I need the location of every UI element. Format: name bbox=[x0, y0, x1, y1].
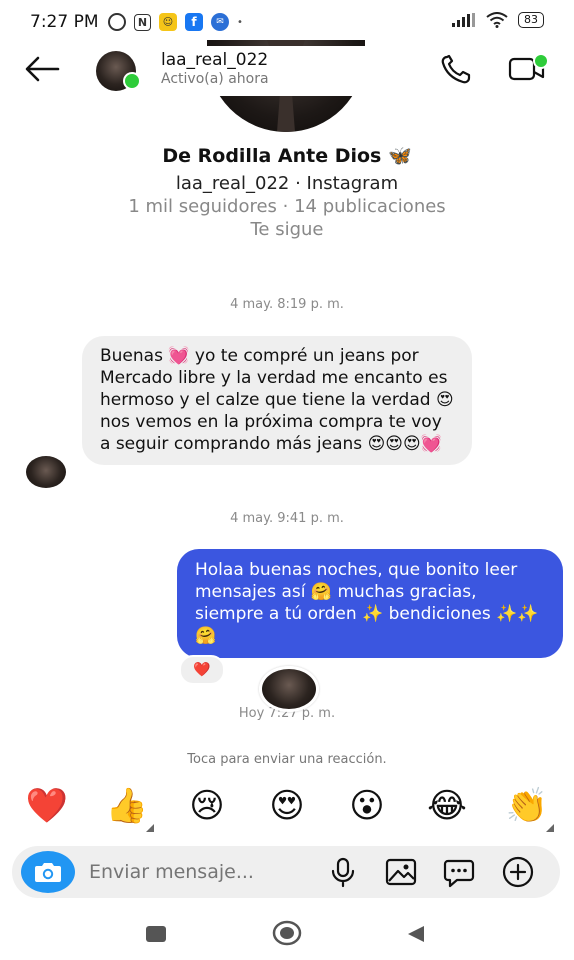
timestamp-divider: 4 may. 8:19 p. m. bbox=[230, 297, 344, 312]
message-reaction-heart[interactable]: ❤️ bbox=[179, 655, 225, 685]
header-active-status: Activo(a) ahora bbox=[161, 71, 269, 87]
camera-button[interactable] bbox=[21, 851, 75, 893]
recent-apps-button[interactable] bbox=[146, 926, 166, 942]
reaction-laughing-emoji[interactable]: 😂 bbox=[422, 784, 472, 828]
alarm-icon bbox=[108, 13, 126, 31]
battery-indicator: 83 bbox=[518, 12, 544, 28]
online-indicator bbox=[123, 72, 141, 90]
more-options-corner-icon bbox=[546, 824, 554, 832]
timestamp-divider: 4 may. 9:41 p. m. bbox=[230, 511, 344, 526]
more-notifications-dot: • bbox=[237, 16, 243, 28]
nav-back-triangle-icon[interactable] bbox=[406, 924, 426, 944]
reaction-heart-emoji[interactable]: ❤️ bbox=[22, 784, 72, 828]
nfc-icon: N bbox=[134, 13, 151, 31]
app-notification-icon: ☺ bbox=[159, 13, 177, 31]
quick-reaction-bar: ❤️ 👍 😢 😍 😮 😂 👏 bbox=[22, 784, 554, 832]
system-icons: 83 bbox=[452, 12, 544, 28]
reaction-clapping-emoji[interactable]: 👏 bbox=[502, 784, 554, 832]
add-plus-icon[interactable] bbox=[502, 856, 534, 888]
seen-by-avatar bbox=[259, 666, 319, 712]
header-username[interactable]: laa_real_022 bbox=[161, 50, 268, 70]
sender-avatar[interactable] bbox=[26, 456, 66, 488]
reaction-clapping-glyph: 👏 bbox=[505, 786, 549, 826]
reaction-surprised-emoji[interactable]: 😮 bbox=[342, 784, 392, 828]
wifi-icon bbox=[486, 12, 508, 28]
gallery-icon[interactable] bbox=[385, 856, 417, 888]
home-button-icon[interactable] bbox=[272, 920, 302, 946]
messenger-icon: ✉ bbox=[211, 13, 229, 31]
reaction-heart-eyes-emoji[interactable]: 😍 bbox=[262, 784, 312, 828]
incoming-message-bubble[interactable]: Buenas 💓 yo te compré un jeans por Merca… bbox=[82, 336, 472, 465]
message-input[interactable] bbox=[89, 861, 309, 883]
back-arrow-icon[interactable] bbox=[22, 54, 62, 84]
status-time: 7:27 PM bbox=[30, 12, 99, 32]
notification-icons: N ☺ f ✉ • bbox=[108, 13, 243, 31]
profile-stats: 1 mil seguidores · 14 publicaciones bbox=[128, 196, 446, 217]
outgoing-message-bubble[interactable]: Holaa buenas noches, que bonito leer men… bbox=[177, 549, 563, 658]
profile-follows-you: Te sigue bbox=[250, 219, 324, 240]
profile-display-name: De Rodilla Ante Dios 🦋 bbox=[162, 145, 412, 167]
microphone-icon[interactable] bbox=[327, 856, 359, 888]
sticker-chat-icon[interactable] bbox=[443, 856, 475, 888]
camera-icon bbox=[35, 863, 61, 882]
profile-handle: laa_real_022 · Instagram bbox=[175, 173, 399, 194]
reaction-hint: Toca para enviar una reacción. bbox=[187, 752, 387, 767]
more-options-corner-icon bbox=[146, 824, 154, 832]
reaction-thumbs-up-glyph: 👍 bbox=[105, 786, 149, 826]
phone-call-icon[interactable] bbox=[440, 54, 474, 84]
profile-intro: De Rodilla Ante Dios 🦋 laa_real_022 · In… bbox=[0, 142, 574, 240]
chat-header bbox=[0, 46, 574, 96]
reaction-thumbs-up-emoji[interactable]: 👍 bbox=[102, 784, 154, 832]
signal-icon bbox=[452, 13, 475, 27]
reaction-crying-emoji[interactable]: 😢 bbox=[182, 784, 232, 828]
facebook-icon: f bbox=[185, 13, 203, 31]
video-active-indicator bbox=[533, 53, 549, 69]
